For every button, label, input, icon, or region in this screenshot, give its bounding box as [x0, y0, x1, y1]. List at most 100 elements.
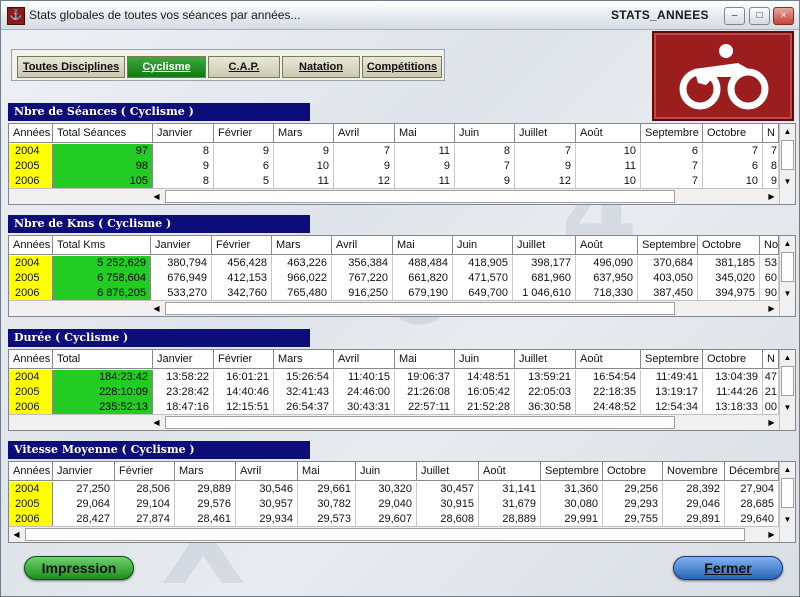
scroll-right-arrow[interactable]: ▶: [764, 527, 779, 542]
scroll-left-arrow[interactable]: ◀: [9, 527, 24, 542]
column-header[interactable]: Septembre: [641, 124, 703, 143]
table-row[interactable]: 2006 235:52:13 18:47:16 12:15:51 26:54:3…: [9, 400, 795, 415]
scroll-thumb[interactable]: [165, 416, 675, 429]
column-header[interactable]: Août: [479, 462, 541, 481]
column-header[interactable]: Février: [212, 236, 272, 255]
column-header[interactable]: Octobre: [603, 462, 663, 481]
table-row[interactable]: 2006 6 876,205 533,270 342,760 765,480 9…: [9, 286, 795, 301]
column-header[interactable]: No: [760, 236, 779, 255]
scroll-thumb[interactable]: [25, 528, 745, 541]
column-header[interactable]: Juin: [455, 350, 515, 369]
print-button[interactable]: Impression: [24, 556, 134, 580]
column-header[interactable]: Mars: [272, 236, 332, 255]
column-header[interactable]: Années: [9, 124, 53, 143]
tab-toutes-disciplines[interactable]: Toutes Disciplines: [17, 56, 125, 78]
scroll-left-arrow[interactable]: ◀: [149, 301, 164, 316]
minimize-button[interactable]: –: [724, 7, 745, 25]
column-header[interactable]: Avril: [334, 350, 395, 369]
table-row[interactable]: 2005 228:10:09 23:28:42 14:40:46 32:41:4…: [9, 385, 795, 400]
vertical-scrollbar[interactable]: ▲ ▼: [779, 350, 795, 430]
column-header[interactable]: Février: [214, 350, 274, 369]
close-window-button[interactable]: ×: [773, 7, 794, 25]
column-header[interactable]: Mai: [395, 350, 455, 369]
scroll-thumb[interactable]: [781, 252, 794, 282]
scroll-down-arrow[interactable]: ▼: [780, 400, 795, 415]
table-seances[interactable]: Années Total Séances Janvier Février Mar…: [8, 123, 796, 205]
column-header[interactable]: Septembre: [638, 236, 698, 255]
column-header[interactable]: Années: [9, 236, 53, 255]
column-header[interactable]: Juin: [453, 236, 513, 255]
column-header[interactable]: Total Séances: [53, 124, 153, 143]
table-row[interactable]: 2005 6 758,604 676,949 412,153 966,022 7…: [9, 271, 795, 286]
scroll-left-arrow[interactable]: ◀: [149, 415, 164, 430]
scroll-right-arrow[interactable]: ▶: [764, 415, 779, 430]
column-header[interactable]: Septembre: [541, 462, 603, 481]
column-header[interactable]: Total Kms: [53, 236, 151, 255]
table-row[interactable]: 2004 184:23:42 13:58:22 16:01:21 15:26:5…: [9, 370, 795, 385]
column-header[interactable]: Janvier: [153, 124, 214, 143]
scroll-right-arrow[interactable]: ▶: [764, 301, 779, 316]
column-header[interactable]: Février: [115, 462, 175, 481]
column-header[interactable]: Avril: [332, 236, 393, 255]
column-header[interactable]: Juillet: [417, 462, 479, 481]
table-row[interactable]: 2005 98 9 6 10 9 9 7 9 11 7 6 8: [9, 159, 795, 174]
column-header[interactable]: Août: [576, 350, 641, 369]
column-header[interactable]: Juillet: [513, 236, 576, 255]
scroll-up-arrow[interactable]: ▲: [780, 236, 795, 251]
column-header[interactable]: Janvier: [151, 236, 212, 255]
vertical-scrollbar[interactable]: ▲ ▼: [779, 124, 795, 204]
table-kms[interactable]: Années Total Kms Janvier Février Mars Av…: [8, 235, 796, 317]
column-header[interactable]: Janvier: [53, 462, 115, 481]
table-duree[interactable]: Années Total Janvier Février Mars Avril …: [8, 349, 796, 431]
tab-cyclisme[interactable]: Cyclisme: [127, 56, 206, 78]
scroll-up-arrow[interactable]: ▲: [780, 350, 795, 365]
scroll-thumb[interactable]: [781, 140, 794, 170]
tab-competitions[interactable]: Compétitions: [362, 56, 442, 78]
scroll-thumb[interactable]: [165, 190, 675, 203]
column-header[interactable]: Mars: [175, 462, 236, 481]
table-row[interactable]: 2006 105 8 5 11 12 11 9 12 10 7 10 9: [9, 174, 795, 189]
table-row[interactable]: 2004 27,250 28,506 29,889 30,546 29,661 …: [9, 482, 795, 497]
column-header[interactable]: Novembre: [663, 462, 725, 481]
column-header[interactable]: Juillet: [515, 124, 576, 143]
column-header[interactable]: Septembre: [641, 350, 703, 369]
scroll-up-arrow[interactable]: ▲: [780, 462, 795, 477]
column-header[interactable]: Août: [576, 124, 641, 143]
column-header[interactable]: Octobre: [698, 236, 760, 255]
horizontal-scrollbar[interactable]: ◀ ▶: [9, 188, 779, 204]
table-row[interactable]: 2004 5 252,629 380,794 456,428 463,226 3…: [9, 256, 795, 271]
horizontal-scrollbar[interactable]: ◀ ▶: [9, 414, 779, 430]
maximize-button[interactable]: □: [749, 7, 770, 25]
column-header[interactable]: Avril: [334, 124, 395, 143]
column-header[interactable]: Mars: [274, 350, 334, 369]
column-header[interactable]: Juin: [455, 124, 515, 143]
column-header[interactable]: Mai: [298, 462, 356, 481]
column-header[interactable]: Octobre: [703, 350, 763, 369]
scroll-down-arrow[interactable]: ▼: [780, 174, 795, 189]
fermer-button[interactable]: Fermer: [673, 556, 783, 580]
table-vitesse[interactable]: Années Janvier Février Mars Avril Mai Ju…: [8, 461, 796, 543]
column-header[interactable]: N: [763, 124, 779, 143]
scroll-right-arrow[interactable]: ▶: [764, 189, 779, 204]
column-header[interactable]: Avril: [236, 462, 298, 481]
vertical-scrollbar[interactable]: ▲ ▼: [779, 236, 795, 316]
table-row[interactable]: 2006 28,427 27,874 28,461 29,934 29,573 …: [9, 512, 795, 527]
tab-natation[interactable]: Natation: [282, 56, 360, 78]
column-header[interactable]: Mai: [395, 124, 455, 143]
horizontal-scrollbar[interactable]: ◀ ▶: [9, 526, 779, 542]
column-header[interactable]: Juin: [356, 462, 417, 481]
table-row[interactable]: 2005 29,064 29,104 29,576 30,957 30,782 …: [9, 497, 795, 512]
column-header[interactable]: Octobre: [703, 124, 763, 143]
vertical-scrollbar[interactable]: ▲ ▼: [779, 462, 795, 542]
column-header[interactable]: Mars: [274, 124, 334, 143]
table-row[interactable]: 2004 97 8 9 9 7 11 8 7 10 6 7 7: [9, 144, 795, 159]
scroll-down-arrow[interactable]: ▼: [780, 512, 795, 527]
horizontal-scrollbar[interactable]: ◀ ▶: [9, 300, 779, 316]
column-header[interactable]: Janvier: [153, 350, 214, 369]
column-header[interactable]: Années: [9, 462, 53, 481]
column-header[interactable]: Février: [214, 124, 274, 143]
column-header[interactable]: Juillet: [515, 350, 576, 369]
column-header[interactable]: Années: [9, 350, 53, 369]
scroll-thumb[interactable]: [781, 478, 794, 508]
scroll-up-arrow[interactable]: ▲: [780, 124, 795, 139]
